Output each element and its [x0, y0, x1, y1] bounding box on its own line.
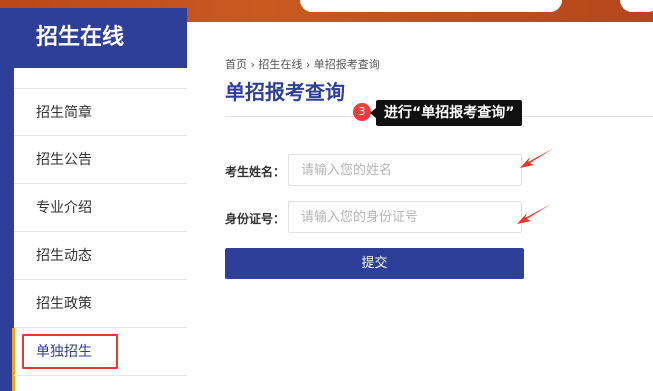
- sidebar-item-admission-news[interactable]: 招生动态: [14, 232, 187, 280]
- sidebar-item-label: 招生简章: [36, 105, 92, 121]
- instruction-tooltip: 进行“单招报考查询”: [369, 100, 523, 126]
- name-input[interactable]: [288, 154, 522, 186]
- sidebar-item-admission-notice[interactable]: 招生公告: [14, 136, 187, 184]
- highlight-box: [22, 334, 118, 369]
- sidebar-item-majors[interactable]: 专业介绍: [14, 184, 187, 232]
- page-title: 单招报考查询: [225, 80, 345, 104]
- sidebar-menu: 招生简章 招生公告 专业介绍 招生动态 招生政策 单独招生: [14, 88, 187, 376]
- arrow-pointer-icon: [520, 148, 554, 168]
- sidebar-item-label: 招生公告: [36, 152, 92, 168]
- sidebar-item-independent-admission[interactable]: 单独招生: [14, 328, 187, 376]
- sidebar-item-label: 招生动态: [36, 248, 92, 264]
- top-search-bar[interactable]: [300, 0, 562, 12]
- arrow-pointer-icon: [517, 204, 551, 224]
- sidebar-title: 招生在线: [14, 8, 187, 68]
- id-label: 身份证号：: [225, 212, 286, 226]
- sidebar: 招生在线 招生简章 招生公告 专业介绍 招生动态 招生政策 单独招生: [0, 8, 187, 391]
- breadcrumb: 首页 › 招生在线 › 单招报考查询: [225, 58, 380, 71]
- step-badge: 3: [353, 103, 371, 121]
- submit-button[interactable]: 提交: [225, 248, 524, 279]
- name-label: 考生姓名：: [225, 165, 286, 179]
- sidebar-item-admission-brochure[interactable]: 招生简章: [14, 88, 187, 136]
- id-number-input[interactable]: [288, 201, 522, 233]
- sidebar-item-admission-policy[interactable]: 招生政策: [14, 280, 187, 328]
- top-right-pill[interactable]: [620, 0, 653, 12]
- sidebar-item-label: 招生政策: [36, 296, 92, 312]
- sidebar-item-label: 专业介绍: [36, 200, 92, 216]
